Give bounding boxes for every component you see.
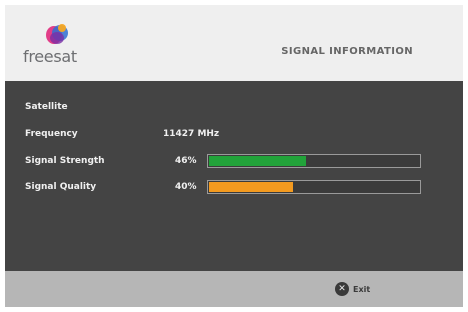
signal-information-screen: freesat SIGNAL INFORMATION Satellite Fre… [5, 5, 463, 307]
section-heading-satellite: Satellite [25, 102, 68, 112]
signal-strength-bar-fill [209, 156, 306, 166]
signal-quality-percent: 40% [175, 182, 197, 192]
footer-bar: ✕ Exit [5, 271, 463, 307]
exit-button[interactable]: ✕ Exit [335, 281, 370, 297]
exit-label: Exit [353, 284, 371, 294]
signal-quality-label: Signal Quality [25, 182, 97, 192]
signal-quality-bar-fill [209, 182, 293, 192]
logo-text: freesat [23, 47, 77, 66]
signal-strength-label: Signal Strength [25, 156, 105, 166]
freesat-logo: freesat [23, 23, 83, 71]
x-circle-icon: ✕ [335, 282, 349, 296]
frequency-value: 11427 MHz [163, 129, 220, 139]
freesat-logo-icon [46, 24, 68, 44]
signal-quality-bar [207, 180, 421, 194]
frequency-label: Frequency [25, 129, 78, 139]
signal-strength-percent: 46% [175, 156, 197, 166]
signal-strength-bar [207, 154, 421, 168]
page-title: SIGNAL INFORMATION [281, 46, 413, 57]
header-bar: freesat SIGNAL INFORMATION [5, 5, 463, 81]
